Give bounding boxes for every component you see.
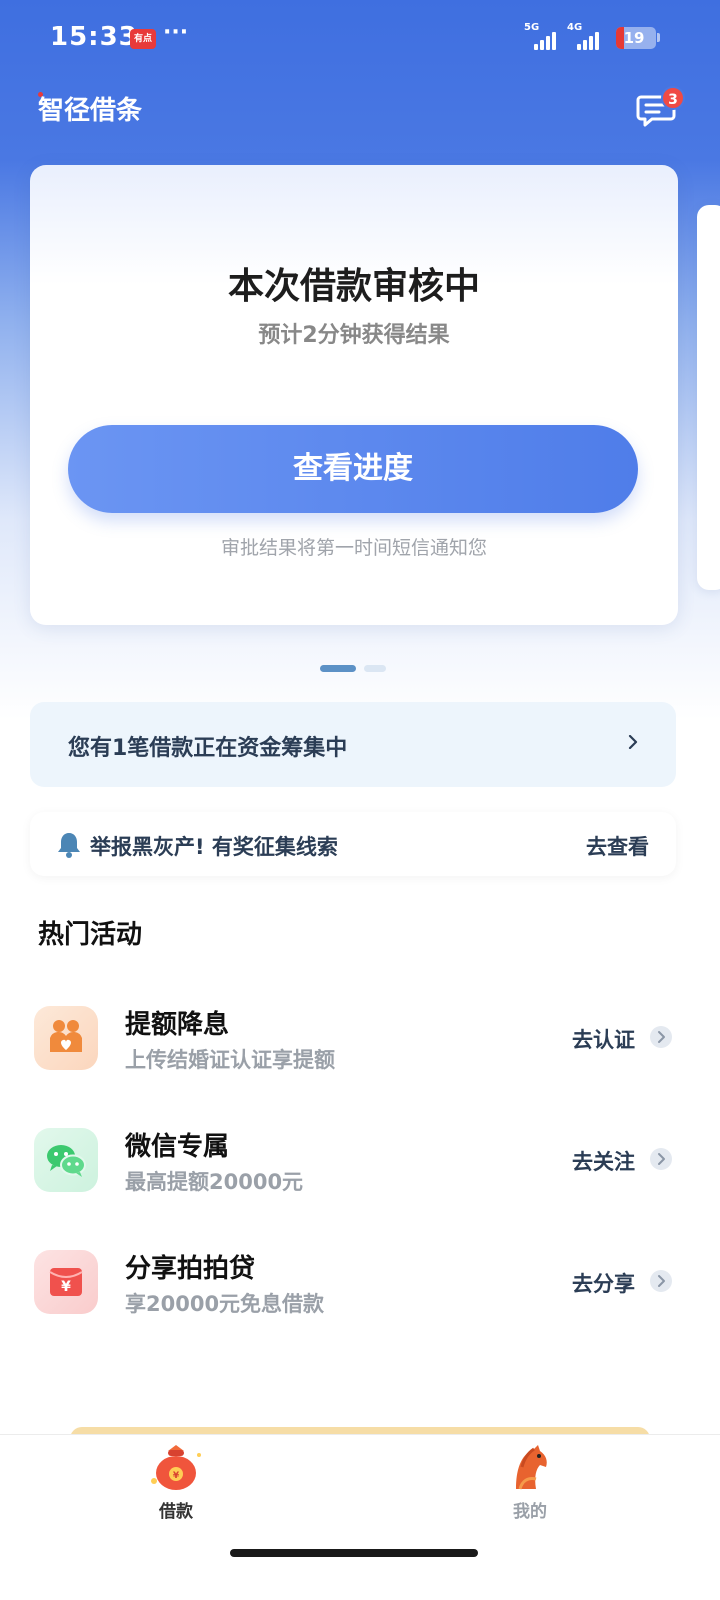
tab-loan[interactable]: ¥ 借款 [106, 1435, 246, 1535]
loan-status-card: 本次借款审核中 预计2分钟获得结果 查看进度 审批结果将第一时间短信通知您 [30, 165, 678, 625]
chevron-right-icon [650, 1026, 672, 1048]
wechat-icon [34, 1128, 98, 1192]
message-count-badge: 3 [661, 86, 685, 110]
activity-item[interactable]: ¥ 分享拍拍贷 享20000元免息借款 去分享 [0, 1250, 720, 1340]
activity-subtitle: 上传结婚证认证享提额 [125, 1048, 335, 1072]
funding-banner-text: 您有1笔借款正在资金筹集中 [68, 736, 348, 761]
activity-item[interactable]: 提额降息 上传结婚证认证享提额 去认证 [0, 1006, 720, 1096]
section-title-hot-activities: 热门活动 [38, 920, 143, 950]
activity-action-link[interactable]: 去分享 [572, 1268, 635, 1298]
couple-icon [34, 1006, 98, 1070]
sms-notify-note: 审批结果将第一时间短信通知您 [220, 537, 487, 559]
notice-text: 举报黑灰产! 有奖征集线索 [90, 835, 338, 859]
activity-subtitle: 享20000元免息借款 [125, 1292, 325, 1316]
activity-title: 微信专属 [125, 1132, 230, 1162]
activity-action-link[interactable]: 去关注 [572, 1146, 635, 1176]
activity-title: 分享拍拍贷 [125, 1254, 256, 1284]
bell-icon [58, 833, 80, 858]
chevron-right-icon [650, 1148, 672, 1170]
activity-action-link[interactable]: 去认证 [572, 1024, 635, 1054]
home-indicator[interactable] [230, 1549, 478, 1557]
activity-item[interactable]: 微信专属 最高提额20000元 去关注 [0, 1128, 720, 1218]
chevron-right-icon [650, 1270, 672, 1292]
tab-mine[interactable]: 我的 [460, 1435, 600, 1535]
tab-bar: ¥ 借款 我的 [0, 1434, 720, 1600]
app-notification-icon: 有点 [130, 29, 156, 49]
chevron-right-icon [628, 735, 638, 749]
money-bag-icon: ¥ [151, 1445, 201, 1490]
battery-tip [657, 33, 660, 42]
status-bar: 15:33 有点 ··· 5G 4G 19 [0, 0, 720, 80]
battery-icon: 19 [616, 27, 656, 49]
horse-icon [516, 1445, 547, 1490]
pager-dot [364, 665, 386, 672]
loan-status-subtitle: 预计2分钟获得结果 [258, 323, 450, 348]
red-envelope-icon: ¥ [34, 1250, 98, 1314]
tab-label: 借款 [159, 1502, 193, 1522]
svg-text:¥: ¥ [173, 1471, 180, 1481]
app-title: 智径借条 [38, 96, 143, 126]
activity-subtitle: 最高提额20000元 [125, 1170, 304, 1194]
tab-label: 我的 [513, 1502, 547, 1522]
status-time: 15:33 [50, 22, 138, 52]
report-notice: 举报黑灰产! 有奖征集线索 去查看 [30, 812, 676, 876]
more-notifications-icon: ··· [163, 20, 189, 45]
funding-banner[interactable]: 您有1笔借款正在资金筹集中 [30, 702, 676, 787]
next-card-peek[interactable] [697, 205, 720, 590]
loan-status-title: 本次借款审核中 [227, 266, 480, 307]
notice-view-link[interactable]: 去查看 [586, 831, 649, 861]
pager-dot-active [320, 665, 356, 672]
view-progress-button[interactable]: 查看进度 [68, 425, 638, 513]
activity-title: 提额降息 [125, 1010, 230, 1040]
svg-text:¥: ¥ [61, 1279, 71, 1295]
